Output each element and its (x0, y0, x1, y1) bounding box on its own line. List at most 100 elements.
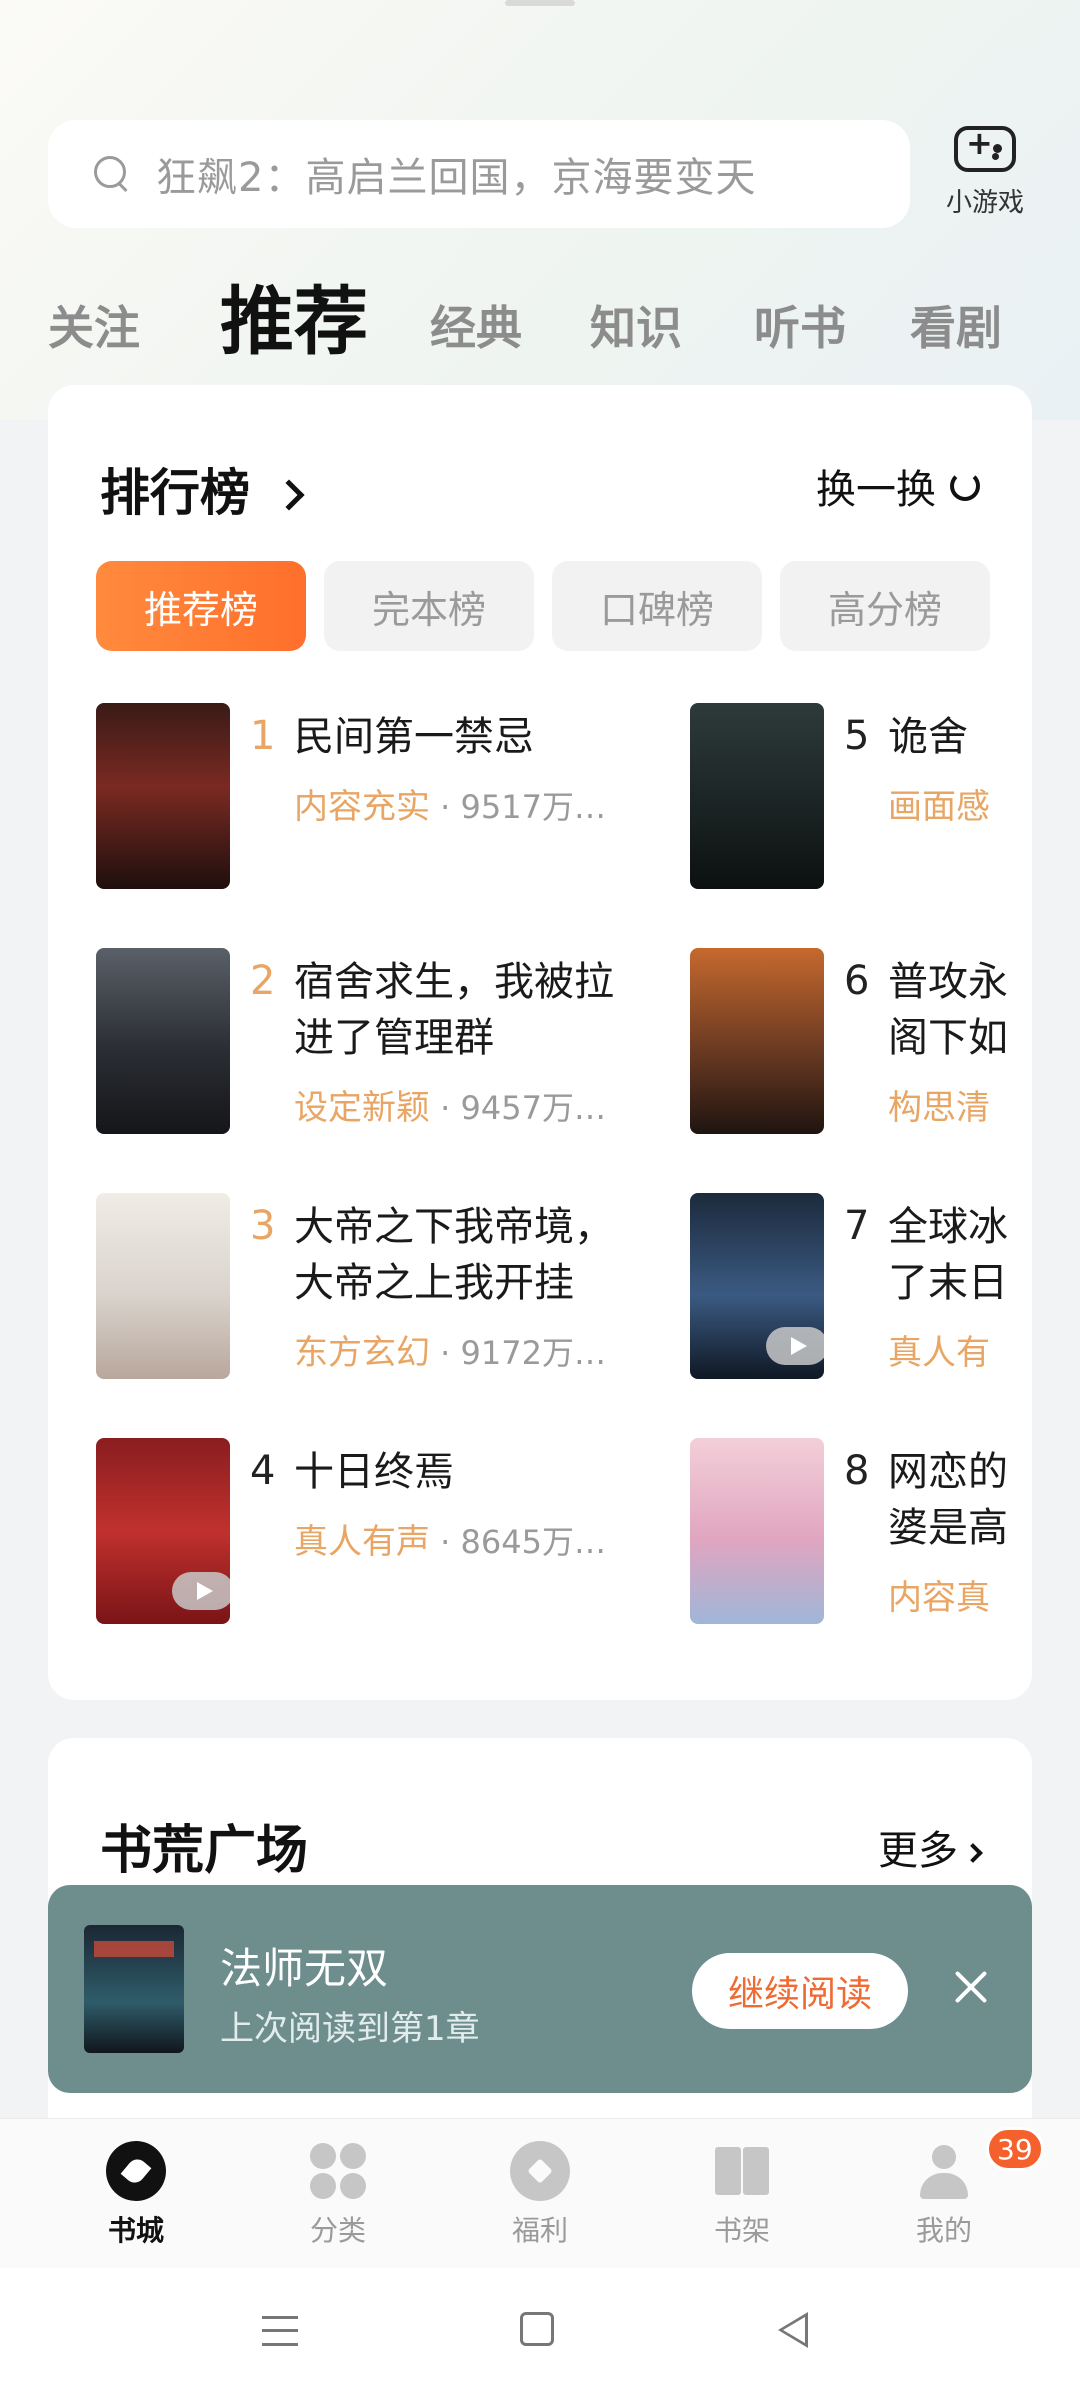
nav-label: 福利 (511, 2214, 568, 2247)
book-cover (96, 1193, 230, 1379)
rank-number: 5 (844, 713, 870, 759)
rank-number: 3 (250, 1203, 276, 1249)
user-icon: 39 (914, 2127, 1044, 2201)
coin-icon (510, 2141, 570, 2201)
book-cover (690, 948, 824, 1134)
book-tag: 真人有声 (294, 1522, 430, 1562)
chip-high-score[interactable]: 高分榜 (780, 561, 990, 651)
nav-label: 分类 (309, 2214, 366, 2247)
gamepad-icon (954, 124, 1016, 172)
search-placeholder: 狂飙2：高启兰回国，京海要变天 (156, 155, 757, 201)
nav-label: 书城 (107, 2214, 164, 2247)
book-item[interactable]: 6 普攻永阁下如 构思清 (690, 948, 1032, 1138)
menu-icon[interactable] (262, 2316, 298, 2346)
book-cover (96, 703, 230, 889)
book-item[interactable]: 3 大帝之下我帝境，大帝之上我开挂 东方玄幻 · 9172万… (96, 1193, 656, 1383)
book-title: 民间第一禁忌 (294, 714, 534, 760)
play-icon (766, 1327, 824, 1365)
nav-label: 书架 (713, 2214, 770, 2247)
book-title: 全球冰了末日 (888, 1204, 1008, 1306)
notification-badge: 39 (986, 2127, 1044, 2171)
book-cover (690, 1438, 824, 1624)
nav-label: 我的 (915, 2214, 972, 2247)
book-readers: 8645万… (460, 1523, 606, 1561)
rank-number: 2 (250, 958, 276, 1004)
banner-book-cover (84, 1925, 184, 2053)
nav-bookshelf[interactable]: 书架 (682, 2141, 802, 2249)
book-meta: 真人有声 · 8645万… (294, 1522, 606, 1562)
book-title: 普攻永阁下如 (888, 959, 1008, 1061)
tab-knowledge[interactable]: 知识 (590, 292, 682, 358)
book-tag: 设定新颖 (294, 1088, 430, 1128)
book-tag: 东方玄幻 (294, 1333, 430, 1373)
book-readers: 9457万… (460, 1089, 606, 1127)
book-tag: 画面感 (888, 787, 990, 827)
close-icon[interactable] (942, 1957, 1002, 2017)
category-icon (308, 2141, 368, 2201)
rank-number: 8 (844, 1448, 870, 1494)
banner-progress: 上次阅读到第1章 (220, 2009, 480, 2049)
ranking-card: 排行榜 换一换 推荐榜 完本榜 口碑榜 高分榜 1 民间第一禁忌 内容充实 · … (48, 385, 1032, 1700)
nav-category[interactable]: 分类 (278, 2141, 398, 2249)
bottom-nav: 书城 分类 福利 书架 39 我的 (0, 2118, 1080, 2268)
chip-reputation[interactable]: 口碑榜 (552, 561, 762, 651)
book-item[interactable]: 5 诡舍 画面感 (690, 703, 1032, 893)
book-square-title: 书荒广场 (100, 1821, 309, 1881)
rank-number: 4 (250, 1448, 276, 1494)
mini-game-button[interactable]: 小游戏 (930, 120, 1040, 219)
mini-game-label: 小游戏 (945, 188, 1024, 218)
swap-button[interactable]: 换一换 (816, 457, 980, 515)
swap-label: 换一换 (816, 467, 936, 513)
rank-number: 6 (844, 958, 870, 1004)
back-icon[interactable] (778, 2312, 808, 2348)
book-title: 诡舍 (888, 714, 968, 760)
book-tag: 内容真 (888, 1578, 990, 1618)
ranking-title: 排行榜 (100, 464, 250, 522)
ranking-title-link[interactable]: 排行榜 (100, 453, 305, 525)
book-readers: 9172万… (460, 1334, 606, 1372)
refresh-icon (950, 471, 980, 501)
category-tabs: 关注 推荐 经典 知识 听书 看剧 (48, 262, 1038, 372)
rank-number: 7 (844, 1203, 870, 1249)
home-icon[interactable] (520, 2312, 554, 2346)
more-label: 更多 (878, 1828, 958, 1874)
book-item[interactable]: 1 民间第一禁忌 内容充实 · 9517万… (96, 703, 656, 893)
nav-profile[interactable]: 39 我的 (884, 2127, 1044, 2249)
book-cover (96, 1438, 230, 1624)
tab-follow[interactable]: 关注 (48, 292, 140, 358)
nav-bookstore[interactable]: 书城 (76, 2141, 196, 2249)
book-tag: 内容充实 (294, 787, 430, 827)
nav-welfare[interactable]: 福利 (480, 2141, 600, 2249)
chip-recommend[interactable]: 推荐榜 (96, 561, 306, 651)
search-bar[interactable]: 狂飙2：高启兰回国，京海要变天 (48, 120, 910, 228)
play-icon (172, 1572, 230, 1610)
continue-reading-banner[interactable]: 法师无双 上次阅读到第1章 继续阅读 (48, 1885, 1032, 2093)
chip-completed[interactable]: 完本榜 (324, 561, 534, 651)
book-item[interactable]: 7 全球冰了末日 真人有 (690, 1193, 1032, 1383)
banner-book-title: 法师无双 (220, 1944, 389, 1993)
book-cover (96, 948, 230, 1134)
tab-audiobook[interactable]: 听书 (754, 292, 846, 358)
status-indicator (505, 0, 575, 6)
book-meta: 东方玄幻 · 9172万… (294, 1333, 606, 1373)
chevron-right-icon (963, 1843, 983, 1863)
rank-number: 1 (250, 713, 276, 759)
book-meta: 内容充实 · 9517万… (294, 787, 606, 827)
book-meta: 设定新颖 · 9457万… (294, 1088, 606, 1128)
book-item[interactable]: 8 网恋的婆是高 内容真 (690, 1438, 1032, 1628)
tab-recommend[interactable]: 推荐 (220, 262, 368, 369)
book-icon (712, 2141, 772, 2201)
more-link[interactable]: 更多 (878, 1818, 983, 1876)
book-title: 大帝之下我帝境，大帝之上我开挂 (294, 1204, 614, 1306)
book-tag: 真人有 (888, 1333, 990, 1373)
search-icon (94, 156, 130, 192)
tab-drama[interactable]: 看剧 (910, 292, 1002, 358)
continue-reading-button[interactable]: 继续阅读 (692, 1953, 908, 2029)
compass-icon (106, 2141, 166, 2201)
book-cover (690, 1193, 824, 1379)
system-nav-bar (0, 2268, 1080, 2400)
book-item[interactable]: 2 宿舍求生，我被拉进了管理群 设定新颖 · 9457万… (96, 948, 656, 1138)
book-item[interactable]: 4 十日终焉 真人有声 · 8645万… (96, 1438, 656, 1628)
tab-classic[interactable]: 经典 (430, 292, 522, 358)
book-cover (690, 703, 824, 889)
